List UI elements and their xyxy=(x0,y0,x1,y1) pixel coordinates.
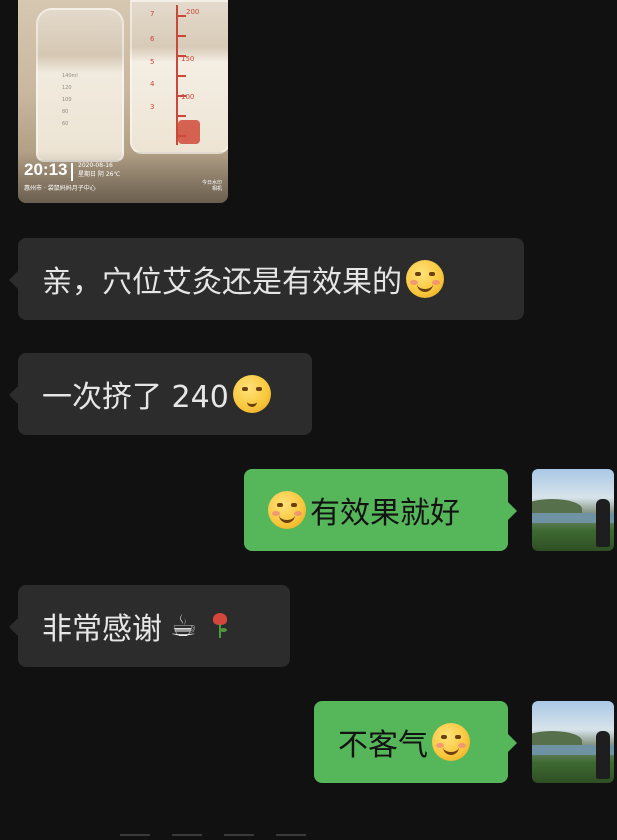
message-bubble-incoming[interactable]: 一次挤了 240 xyxy=(9,353,312,435)
watermark-divider xyxy=(71,163,73,181)
scale-label: 7 xyxy=(150,10,155,18)
scale-label: 4 xyxy=(150,80,155,88)
message-text: 非常感谢 xyxy=(42,612,162,647)
tick-label: 60 xyxy=(62,121,69,127)
rose-icon xyxy=(211,613,229,639)
message-text: 亲，穴位艾灸还是有效果的 xyxy=(42,265,402,300)
grin-face-icon xyxy=(268,491,306,529)
tick-label: 100 xyxy=(62,97,72,103)
message-text: 一次挤了 240 xyxy=(42,380,229,415)
scale-label: 150 xyxy=(181,55,195,63)
coffee-icon: ☕ xyxy=(170,608,197,644)
watermark-weather: 星期日 阴 26℃ xyxy=(78,171,121,178)
tick-label: 80 xyxy=(62,109,69,115)
watermark-time: 20:13 xyxy=(24,160,68,179)
smile-face-icon xyxy=(432,723,470,761)
message-bubble-incoming[interactable]: 亲，穴位艾灸还是有效果的 xyxy=(9,238,524,320)
photo-message[interactable]: 140ml 120 100 80 60 200 150 100 7 6 5 4 … xyxy=(18,0,228,203)
watermark-brand-line2: 相机 xyxy=(211,186,222,192)
scale-label: 100 xyxy=(181,93,195,101)
message-text: 不客气 xyxy=(338,728,428,763)
bottle-red-liquid xyxy=(178,120,200,144)
watermark-brand: 今日水印 相机 xyxy=(202,180,222,192)
watermark-date-text: 2020-08-16 xyxy=(78,162,113,169)
message-bubble-outgoing[interactable]: 不客气 xyxy=(314,701,517,783)
scale-label: 3 xyxy=(150,103,155,111)
milk-bottle-left xyxy=(36,8,124,162)
message-text: 有效果就好 xyxy=(310,496,460,531)
scale-label: 6 xyxy=(150,35,155,43)
tick-label: 140ml xyxy=(62,73,78,79)
my-avatar[interactable] xyxy=(532,469,614,551)
scale-label: 200 xyxy=(186,8,200,16)
bottle-left-ticks: 140ml 120 100 80 60 xyxy=(62,70,78,130)
thinking-face-icon xyxy=(232,375,271,413)
scale-label: 5 xyxy=(150,58,155,66)
cut-off-message-text xyxy=(120,826,420,840)
hug-face-icon xyxy=(406,260,444,298)
watermark-location: 惠州市 · 袋鼠妈妈月子中心 xyxy=(24,185,96,192)
my-avatar[interactable] xyxy=(532,701,614,783)
tick-label: 120 xyxy=(62,85,72,91)
watermark-date: 2020-08-16 星期日 阴 26℃ xyxy=(78,161,120,179)
message-bubble-incoming[interactable]: 非常感谢 ☕ xyxy=(9,585,290,667)
message-bubble-outgoing[interactable]: 有效果就好 xyxy=(244,469,517,551)
